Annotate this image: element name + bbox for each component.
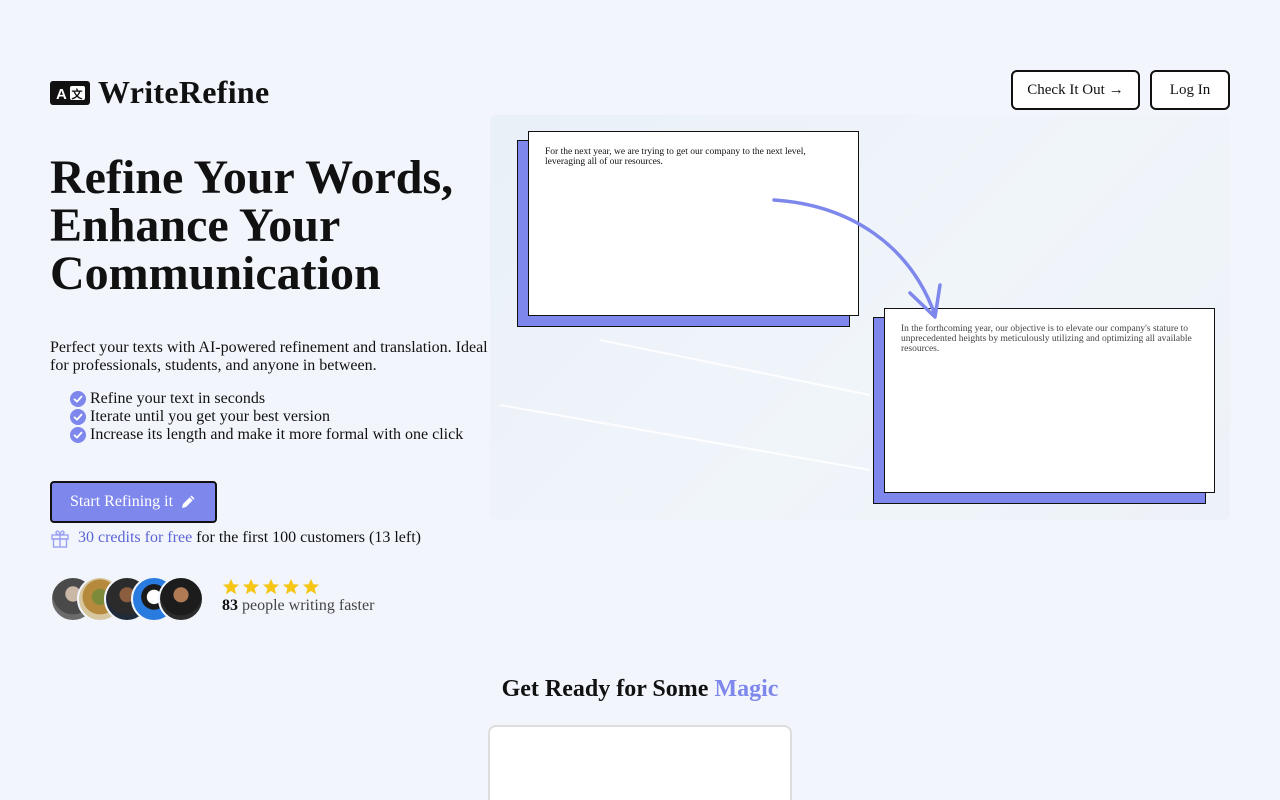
magic-preview-box [488, 725, 792, 800]
pencil-icon [182, 495, 195, 508]
svg-text:A: A [56, 86, 67, 102]
feature-item: Iterate until you get your best version [70, 408, 463, 426]
hero-description: Perfect your texts with AI-powered refin… [50, 339, 488, 374]
star-icon [282, 578, 300, 595]
brand-name: WriteRefine [98, 74, 270, 110]
output-text-card: In the forthcoming year, our objective i… [884, 308, 1215, 493]
check-circle-icon [70, 409, 86, 425]
feature-list: Refine your text in seconds Iterate unti… [70, 390, 463, 444]
gift-icon [51, 530, 69, 548]
magic-title-prefix: Get Ready for Some [501, 676, 709, 702]
credits-detail: for the first 100 customers (13 left) [196, 529, 421, 546]
translate-icon: A 文 [50, 80, 90, 105]
star-rating [222, 578, 374, 596]
hero-title: Refine Your Words, Enhance Your Communic… [50, 151, 454, 300]
star-icon [222, 578, 240, 595]
input-text: For the next year, we are trying to get … [545, 147, 806, 167]
free-credits-note: 30 credits for free for the first 100 cu… [50, 528, 421, 548]
feature-label: Iterate until you get your best version [90, 408, 330, 425]
start-refining-label: Start Refining it [69, 493, 174, 510]
feature-label: Refine your text in seconds [90, 390, 266, 407]
magic-title-highlight: Magic [714, 676, 779, 702]
curved-arrow-icon [772, 198, 942, 319]
feature-item: Refine your text in seconds [70, 390, 463, 408]
start-refining-button[interactable]: Start Refining it [50, 481, 217, 523]
rating-text: 83 people writing faster [222, 596, 374, 616]
check-it-out-label: Check It Out [1027, 81, 1105, 98]
log-in-button[interactable]: Log In [1150, 70, 1230, 110]
user-count: 83 [222, 597, 238, 614]
rating: 83 people writing faster [222, 578, 374, 616]
arrow-right-icon: → [1108, 81, 1124, 98]
user-count-label: people writing faster [242, 597, 375, 614]
brand-logo[interactable]: A 文 WriteRefine [50, 74, 270, 111]
feature-item: Increase its length and make it more for… [70, 426, 463, 444]
check-circle-icon [70, 427, 86, 443]
check-it-out-button[interactable]: Check It Out → [1011, 70, 1140, 110]
user-avatars [50, 576, 204, 622]
credits-highlight: 30 credits for free [78, 529, 193, 546]
magic-section-title: Get Ready for Some Magic [0, 676, 1280, 703]
star-icon [302, 578, 320, 595]
feature-label: Increase its length and make it more for… [90, 426, 464, 443]
star-icon [262, 578, 280, 595]
check-circle-icon [70, 391, 86, 407]
avatar [158, 576, 204, 622]
star-icon [242, 578, 260, 595]
svg-text:文: 文 [72, 87, 84, 101]
